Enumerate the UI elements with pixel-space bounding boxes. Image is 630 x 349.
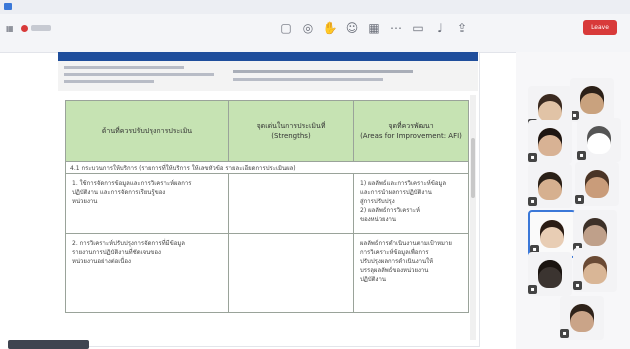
view-icon[interactable]: ▦ [365,20,383,36]
table-row-2-strength [228,233,354,313]
word-title-bar [58,52,478,61]
ribbon-row-2 [64,73,214,76]
ribbon-row-1 [64,66,184,69]
participant-avatar [538,172,562,200]
raise-hand-icon[interactable]: ✋ [321,20,339,36]
more-icon[interactable]: ⋯ [387,20,405,36]
leave-button[interactable]: Leave [583,20,617,35]
word-ribbon [58,61,478,92]
muted-mic-icon: ▪ [577,151,586,160]
participant-avatar [538,94,562,122]
muted-mic-icon: ▪ [575,195,584,204]
participant-avatar [570,304,594,332]
mic-icon[interactable]: ♩ [431,20,449,36]
people-icon[interactable]: ◎ [299,20,317,36]
participant-tile[interactable]: ▪ [577,118,621,162]
table-row-2-aspect: 2. การวิเคราะห์ปรับปรุงการจัดการที่มีข้อ… [65,233,229,313]
window-title-bar [0,0,630,14]
status-pill [8,340,89,349]
participant-tile[interactable]: ▪ [570,78,614,122]
participant-avatar [538,128,562,156]
table-header-afi: จุดที่ควรพัฒนา (Areas for Improvement: A… [353,100,469,162]
participant-tile[interactable]: ▪ [528,164,572,208]
participant-tile[interactable]: ▪ [575,162,619,206]
muted-mic-icon: ▪ [528,197,537,206]
participant-tile[interactable]: ▪ [528,210,576,258]
recording-indicator-icon [21,25,28,32]
styles-gallery[interactable] [233,70,413,73]
camera-icon[interactable]: ▭ [409,20,427,36]
participant-avatar [587,126,611,154]
app-logo-icon [4,3,12,10]
participant-avatar [585,170,609,198]
muted-mic-icon: ▪ [573,281,582,290]
muted-mic-icon: ▪ [528,285,537,294]
participant-avatar [538,260,562,288]
muted-mic-icon: ▪ [528,153,537,162]
table-row-1-improvement: 1) ผลลัพธ์และการวิเคราะห์ข้อมูล และการนำ… [353,173,469,234]
document-scrollbar-thumb[interactable] [471,138,475,198]
chat-icon[interactable]: ▢ [277,20,295,36]
grid-icon[interactable]: ▦ [6,24,16,33]
react-icon[interactable]: ☺ [343,20,361,36]
muted-mic-icon: ▪ [560,329,569,338]
participant-avatar [583,218,607,246]
meeting-timer [31,25,51,31]
participant-avatar [583,256,607,284]
participant-tile[interactable]: ▪ [573,248,617,292]
share-icon[interactable]: ⇪ [453,20,471,36]
participant-tile[interactable]: ▪ [528,252,572,296]
table-row-1-strength [228,173,354,234]
document-scrollbar[interactable] [470,95,476,340]
table-header-strengths: จุดเด่นในการประเมินที่ (Strengths) [228,100,354,162]
table-row-1-aspect: 1. ใช้การจัดการข้อมูลและการวิเคราะห์ผลกา… [65,173,229,234]
participant-tile[interactable]: ▪ [528,120,572,164]
participant-avatar [580,86,604,114]
table-row-2-improvement: ผลลัพธ์การดำเนินงานตามเป้าหมาย การวิเครา… [353,233,469,313]
participant-avatar [540,220,564,248]
ribbon-row-4 [233,78,383,81]
participant-tile[interactable]: ▪ [560,296,604,340]
ribbon-row-3 [64,80,154,83]
table-header-aspect: ด้านที่ควรปรับปรุงการประเมิน [65,100,229,162]
